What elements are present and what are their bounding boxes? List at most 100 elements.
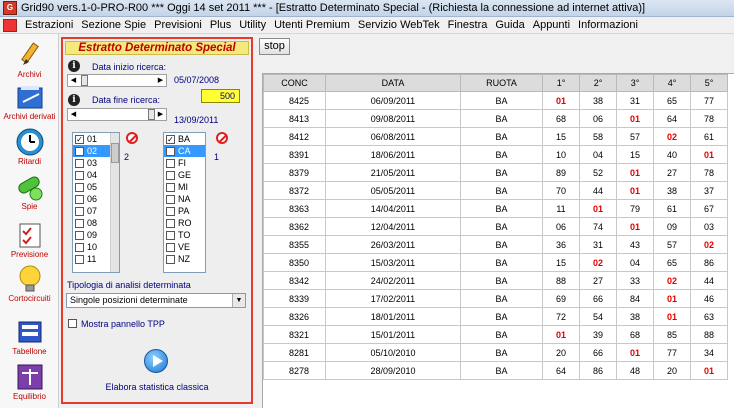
wheel-item[interactable]: MI (164, 181, 205, 193)
play-icon[interactable] (144, 349, 168, 373)
menu-previsioni[interactable]: Previsioni (150, 19, 206, 31)
numbers-scrollbar[interactable] (110, 133, 119, 272)
checkbox[interactable] (75, 195, 84, 204)
table-row[interactable]: 8339 17/02/2011 BA 69 66 84 01 46 (263, 289, 728, 308)
info-icon[interactable]: i (68, 94, 80, 106)
toolbar-equilibrio[interactable]: Equilibrio (0, 362, 59, 401)
wheel-item[interactable]: CA (164, 145, 205, 157)
table-row[interactable]: 8362 12/04/2011 BA 06 74 01 09 03 (263, 217, 728, 236)
wheel-item[interactable]: VE (164, 241, 205, 253)
checkbox[interactable] (75, 183, 84, 192)
table-row[interactable]: 8363 14/04/2011 BA 11 01 79 61 67 (263, 199, 728, 218)
table-row[interactable]: 8326 18/01/2011 BA 72 54 38 01 63 (263, 307, 728, 326)
table-row[interactable]: 8350 15/03/2011 BA 15 02 04 65 86 (263, 253, 728, 272)
wheel-item[interactable]: NA (164, 193, 205, 205)
menu-utenti-premium[interactable]: Utenti Premium (270, 19, 354, 31)
menu-servizio-webtek[interactable]: Servizio WebTek (354, 19, 444, 31)
menu-utility[interactable]: Utility (235, 19, 270, 31)
wheels-list[interactable]: ✓ BA CA FI GE MI NA PA RO TO VE NZ (163, 132, 206, 273)
checkbox[interactable] (166, 147, 175, 156)
checkbox[interactable] (75, 243, 84, 252)
menu-informazioni[interactable]: Informazioni (574, 19, 642, 31)
table-row[interactable]: 8425 06/09/2011 BA 01 38 31 65 77 (263, 91, 728, 110)
menu-guida[interactable]: Guida (491, 19, 528, 31)
column-header[interactable]: 3° (616, 74, 654, 92)
clear-numbers-icon[interactable] (126, 132, 138, 144)
table-row[interactable]: 8412 06/08/2011 BA 15 58 57 02 61 (263, 127, 728, 146)
toolbar-ritardi[interactable]: Ritardi (0, 127, 59, 166)
checkbox[interactable] (75, 231, 84, 240)
toolbar-tabellone[interactable]: Tabellone (0, 317, 59, 356)
wheel-item[interactable]: ✓ BA (164, 133, 205, 145)
column-header[interactable]: DATA (325, 74, 461, 92)
toolbar-previsione[interactable]: Previsione (0, 220, 59, 259)
checkbox[interactable] (75, 171, 84, 180)
toolbar-cortocircuiti[interactable]: Cortocircuiti (0, 264, 59, 303)
wheel-item[interactable]: TO (164, 229, 205, 241)
wheel-item[interactable]: NZ (164, 253, 205, 265)
table-row[interactable]: 8321 15/01/2011 BA 01 39 68 85 88 (263, 325, 728, 344)
table-row[interactable]: 8278 28/09/2010 BA 64 86 48 20 01 (263, 361, 728, 380)
checkbox[interactable] (166, 231, 175, 240)
table-row[interactable]: 8372 05/05/2011 BA 70 44 01 38 37 (263, 181, 728, 200)
left-arrow-icon[interactable]: ◀ (68, 109, 79, 120)
checkbox[interactable] (166, 159, 175, 168)
toolbar-spie[interactable]: Spie (0, 172, 59, 211)
document-menu-icon[interactable] (3, 18, 17, 32)
checkbox[interactable] (166, 183, 175, 192)
menu-estrazioni[interactable]: Estrazioni (21, 19, 77, 31)
table-row[interactable]: 8355 26/03/2011 BA 36 31 43 57 02 (263, 235, 728, 254)
menu-finestra[interactable]: Finestra (444, 19, 492, 31)
column-header[interactable]: 5° (690, 74, 728, 92)
analysis-type-select[interactable]: Singole posizioni determinate ▼ (66, 293, 246, 308)
slider-thumb[interactable] (148, 109, 155, 120)
checkbox[interactable] (166, 171, 175, 180)
checkbox[interactable]: ✓ (166, 135, 175, 144)
left-arrow-icon[interactable]: ◀ (68, 75, 79, 86)
checkbox[interactable] (75, 159, 84, 168)
checkbox[interactable] (75, 219, 84, 228)
checkbox[interactable] (166, 255, 175, 264)
column-header[interactable]: 4° (653, 74, 691, 92)
table-row[interactable]: 8281 05/10/2010 BA 20 66 01 77 34 (263, 343, 728, 362)
table-row[interactable]: 8379 21/05/2011 BA 89 52 01 27 78 (263, 163, 728, 182)
checkbox[interactable] (166, 243, 175, 252)
tpp-checkbox-row[interactable]: Mostra pannello TPP (68, 319, 165, 329)
toolbar-archivi-derivati[interactable]: Archivi derivati (0, 82, 59, 121)
wheel-item[interactable]: PA (164, 205, 205, 217)
checkbox[interactable] (166, 207, 175, 216)
column-header[interactable]: RUOTA (460, 74, 543, 92)
clear-wheels-icon[interactable] (216, 132, 228, 144)
wheel-item[interactable]: RO (164, 217, 205, 229)
stop-button[interactable]: stop (259, 38, 290, 55)
checkbox[interactable]: ✓ (75, 135, 84, 144)
numbers-list[interactable]: ✓ 01 ✓ 02 03 04 05 06 07 08 09 10 11 (72, 132, 120, 273)
toolbar-archivi[interactable]: Archivi (0, 40, 59, 79)
chevron-down-icon[interactable]: ▼ (232, 294, 245, 307)
info-icon[interactable]: i (68, 60, 80, 72)
slider-thumb[interactable] (81, 75, 88, 86)
wheel-item[interactable]: FI (164, 157, 205, 169)
column-header[interactable]: 2° (579, 74, 617, 92)
checkbox[interactable] (166, 195, 175, 204)
menu-sezione-spie[interactable]: Sezione Spie (77, 19, 150, 31)
menu-plus[interactable]: Plus (206, 19, 235, 31)
menu-appunti[interactable]: Appunti (529, 19, 574, 31)
checkbox[interactable]: ✓ (75, 147, 84, 156)
checkbox[interactable] (166, 219, 175, 228)
column-header[interactable]: 1° (542, 74, 580, 92)
checkbox[interactable] (75, 255, 84, 264)
table-row[interactable]: 8342 24/02/2011 BA 88 27 33 02 44 (263, 271, 728, 290)
end-date-slider[interactable]: ◀ ▶ (67, 108, 167, 121)
tpp-checkbox[interactable] (68, 319, 77, 328)
checkbox[interactable] (75, 207, 84, 216)
scrollbar-thumb[interactable] (111, 143, 119, 163)
start-date-slider[interactable]: ◀ ▶ (67, 74, 167, 87)
run-statistics-label[interactable]: Elabora statistica classica (63, 382, 251, 392)
column-header[interactable]: CONC (263, 74, 326, 92)
right-arrow-icon[interactable]: ▶ (155, 75, 166, 86)
table-row[interactable]: 8413 09/08/2011 BA 68 06 01 64 78 (263, 109, 728, 128)
right-arrow-icon[interactable]: ▶ (155, 109, 166, 120)
wheel-item[interactable]: GE (164, 169, 205, 181)
table-row[interactable]: 8391 18/06/2011 BA 10 04 15 40 01 (263, 145, 728, 164)
